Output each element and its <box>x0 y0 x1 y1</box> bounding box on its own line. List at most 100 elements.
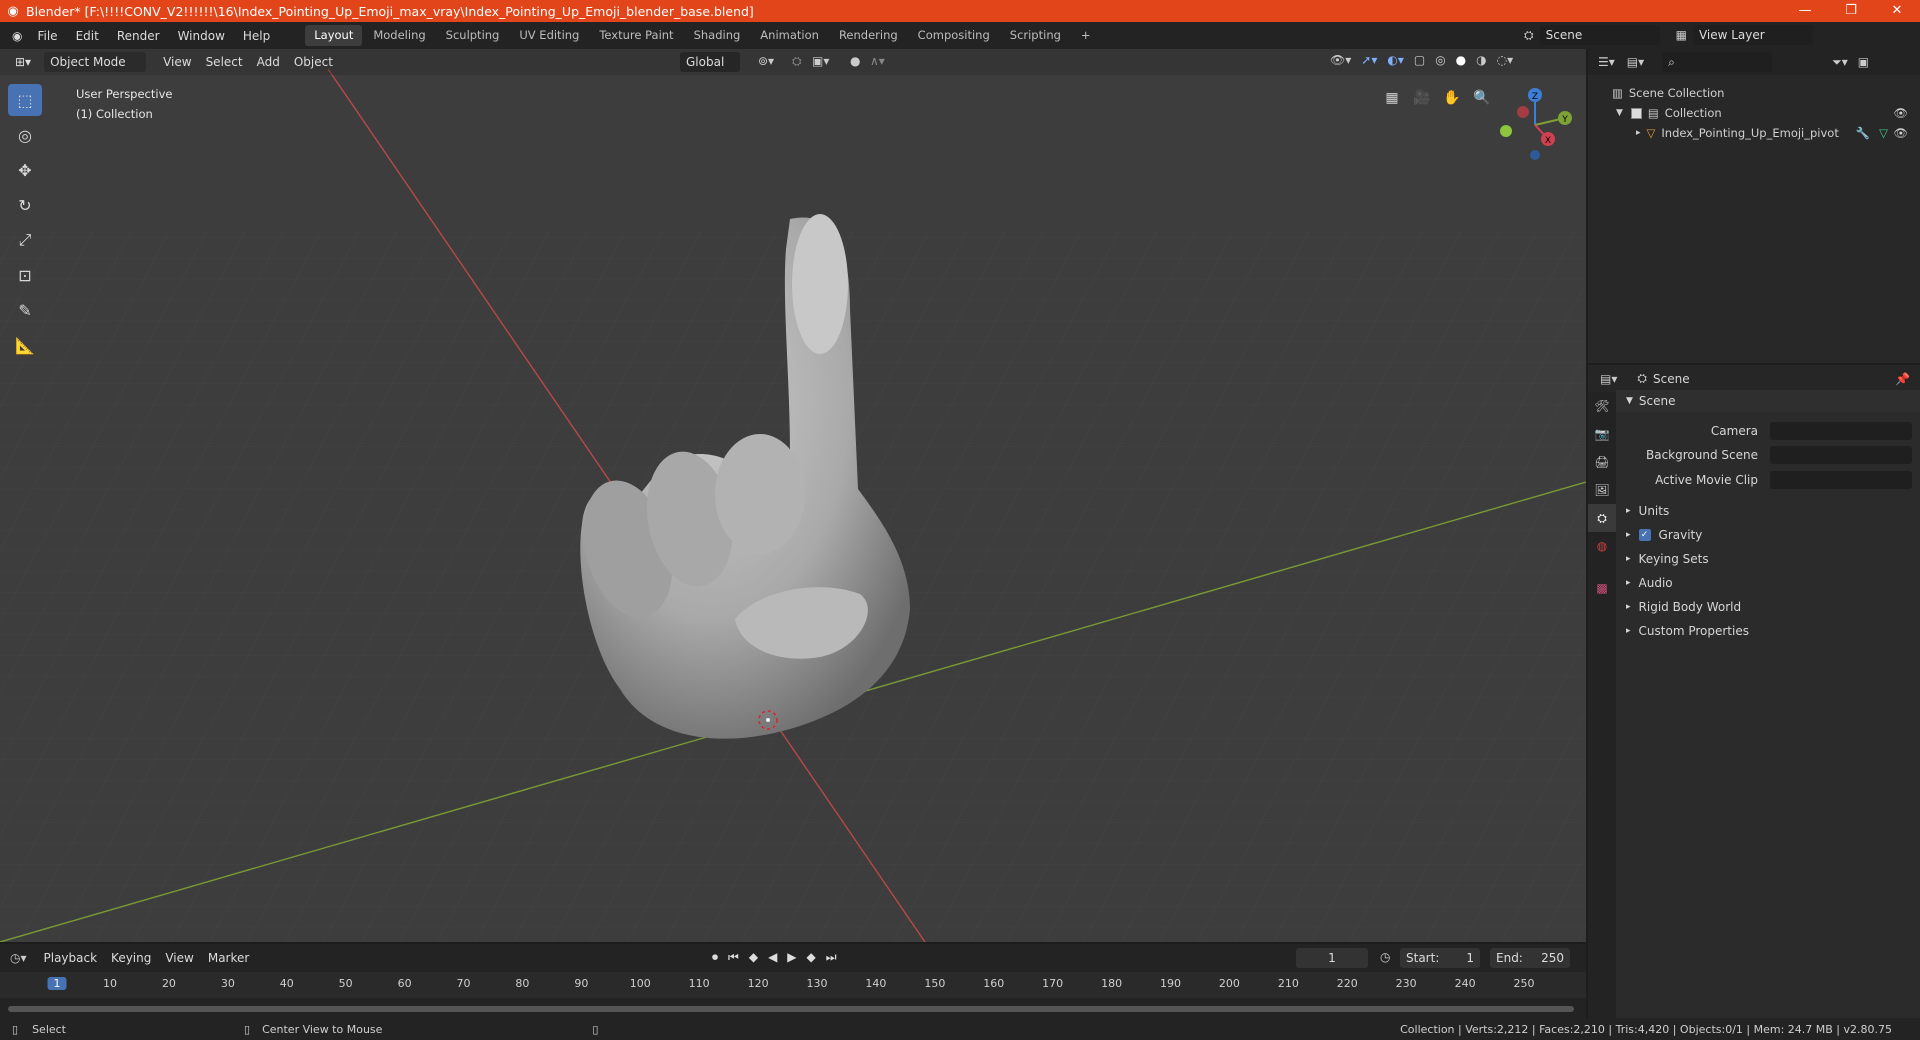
solid-shading-icon[interactable]: ● <box>1456 53 1466 67</box>
close-button[interactable]: ✕ <box>1874 0 1920 22</box>
measure-icon[interactable]: 📐 <box>8 329 42 361</box>
viewport-menu-select[interactable]: Select <box>199 55 250 69</box>
tab-layout[interactable]: Layout <box>305 25 363 46</box>
camera-field[interactable] <box>1770 422 1912 440</box>
outliner-row-object[interactable]: ▸ ▽ Index_Pointing_Up_Emoji_pivot 🔧 ▽ 👁 <box>1588 123 1920 143</box>
view-layer-tab-icon[interactable]: 🖼 <box>1588 476 1616 504</box>
timeline-editor-icon[interactable]: ◷▾ <box>10 951 27 965</box>
maximize-button[interactable]: ❐ <box>1828 0 1874 22</box>
gravity-checkbox[interactable]: ✓ <box>1638 529 1651 541</box>
play-reverse-icon[interactable]: ◀ <box>768 950 777 965</box>
cursor-icon[interactable]: ◎ <box>8 119 42 151</box>
timeline-menu-view[interactable]: View <box>158 951 200 965</box>
jump-start-icon[interactable]: ⏮ <box>728 950 739 965</box>
annotate-icon[interactable]: ✎ <box>8 294 42 326</box>
view-layer-selector[interactable]: View Layer <box>1692 25 1813 45</box>
mode-selector[interactable]: Object Mode <box>44 52 147 72</box>
next-keyframe-icon[interactable]: ◆ <box>807 950 816 965</box>
jump-end-icon[interactable]: ⏭ <box>826 950 837 965</box>
tab-shading[interactable]: Shading <box>685 25 750 46</box>
select-box-icon[interactable]: ⬚ <box>8 84 42 116</box>
transform-icon[interactable]: ⊡ <box>8 259 42 291</box>
record-icon[interactable]: ⏺ <box>712 950 718 965</box>
material-shading-icon[interactable]: ◑ <box>1476 53 1486 67</box>
menu-window[interactable]: Window <box>169 29 234 43</box>
pan-hand-icon[interactable]: ✋ <box>1440 86 1464 110</box>
viewport-menu-view[interactable]: View <box>156 55 198 69</box>
move-icon[interactable]: ✥ <box>8 154 42 186</box>
tab-animation[interactable]: Animation <box>751 25 828 46</box>
menu-render[interactable]: Render <box>108 29 169 43</box>
output-tab-icon[interactable]: 🖨 <box>1588 448 1616 476</box>
properties-editor-icon[interactable]: ▤▾ <box>1600 372 1617 386</box>
menu-help[interactable]: Help <box>234 29 279 43</box>
world-tab-icon[interactable]: ◍ <box>1588 532 1616 560</box>
tab-uv-editing[interactable]: UV Editing <box>510 25 588 46</box>
scene-tab-icon[interactable]: ⛭ <box>1588 504 1616 532</box>
viewport-menu-object[interactable]: Object <box>287 55 340 69</box>
blender-menu-icon[interactable]: ◉ <box>0 29 28 43</box>
custom-properties-panel[interactable]: ▸ Custom Properties <box>1616 620 1920 642</box>
timeline-menu-marker[interactable]: Marker <box>201 951 256 965</box>
current-frame-field[interactable]: 1 <box>1296 948 1368 968</box>
falloff-icon[interactable]: ∧▾ <box>870 54 885 68</box>
end-frame-field[interactable]: End: 250 <box>1490 948 1570 968</box>
editor-type-icon[interactable]: ⊞▾ <box>8 55 38 69</box>
collection-checkbox[interactable] <box>1630 107 1642 119</box>
view-layer-icon[interactable]: ▦ <box>1676 28 1687 42</box>
prev-keyframe-icon[interactable]: ◆ <box>749 950 758 965</box>
start-frame-field[interactable]: Start: 1 <box>1400 948 1480 968</box>
active-movie-clip-field[interactable] <box>1770 471 1912 489</box>
viewport-menu-add[interactable]: Add <box>250 55 287 69</box>
object-visibility-icon[interactable]: 👁 <box>1893 123 1908 143</box>
timeline-menu-playback[interactable]: Playback <box>37 951 105 965</box>
tab-texture-paint[interactable]: Texture Paint <box>590 25 682 46</box>
rotate-icon[interactable]: ↻ <box>8 189 42 221</box>
filter-icon[interactable]: ⏷▾ <box>1832 55 1848 70</box>
visibility-icon[interactable]: 👁▾ <box>1330 53 1351 67</box>
wireframe-shading-icon[interactable]: ◎ <box>1435 53 1445 67</box>
modifier-icon[interactable]: 🔧 <box>1856 123 1870 143</box>
scene-icon[interactable]: ⛭ <box>1524 28 1534 43</box>
scale-icon[interactable]: ⤢ <box>8 224 42 256</box>
gravity-panel[interactable]: ▸ ✓ Gravity <box>1616 524 1920 546</box>
transform-orientation[interactable]: Global <box>680 52 740 72</box>
tab-scripting[interactable]: Scripting <box>1001 25 1070 46</box>
pin-icon[interactable]: 📌 <box>1895 372 1910 386</box>
outliner-row-collection[interactable]: ▼ ▤ Collection 👁 <box>1588 103 1920 123</box>
minimize-button[interactable]: — <box>1782 0 1828 22</box>
grid-view-icon[interactable]: ▦ <box>1380 86 1404 110</box>
outliner-editor-icon[interactable]: ☰▾ <box>1598 55 1615 69</box>
tab-compositing[interactable]: Compositing <box>909 25 999 46</box>
tab-rendering[interactable]: Rendering <box>830 25 907 46</box>
proportional-edit-icon[interactable]: ● <box>850 54 860 68</box>
rendered-shading-icon[interactable]: ◌▾ <box>1497 53 1514 67</box>
gizmo-toggle-icon[interactable]: ➚▾ <box>1361 53 1377 67</box>
rigid-body-world-panel[interactable]: ▸ Rigid Body World <box>1616 596 1920 618</box>
audio-panel[interactable]: ▸ Audio <box>1616 572 1920 594</box>
timeline-scrollbar[interactable] <box>8 1006 1574 1012</box>
timeline-scale[interactable]: 1 10 20 30 40 50 60 70 80 90 100 110 120 130 140 150 160… <box>0 972 1586 998</box>
navigation-gizmo[interactable]: Z Y X <box>1490 85 1576 165</box>
tab-sculpting[interactable]: Sculpting <box>437 25 509 46</box>
render-tab-icon[interactable]: 📷 <box>1588 420 1616 448</box>
outliner-row-scene-collection[interactable]: ▥ Scene Collection <box>1588 83 1920 103</box>
expand-collection-icon[interactable]: ▼ <box>1616 103 1623 123</box>
scene-panel-header[interactable]: ▼ Scene <box>1616 390 1920 412</box>
outliner-search-input[interactable]: ⌕ <box>1662 52 1773 72</box>
snap-icon[interactable]: ⛭ <box>792 54 802 69</box>
play-icon[interactable]: ▶ <box>787 950 796 965</box>
overlay-toggle-icon[interactable]: ◐▾ <box>1387 53 1404 67</box>
add-workspace-button[interactable]: + <box>1072 25 1100 46</box>
tab-modeling[interactable]: Modeling <box>364 25 434 46</box>
playhead-frame[interactable]: 1 <box>47 977 67 990</box>
pivot-icon[interactable]: ⊚▾ <box>758 54 774 68</box>
display-mode-icon[interactable]: ▤▾ <box>1627 55 1644 69</box>
camera-view-icon[interactable]: 🎥 <box>1410 86 1434 110</box>
snap-target-icon[interactable]: ▣▾ <box>812 54 829 68</box>
3d-viewport[interactable] <box>0 49 1586 942</box>
xray-icon[interactable]: ▢ <box>1414 53 1425 67</box>
collection-visibility-icon[interactable]: 👁 <box>1893 103 1908 123</box>
keying-sets-panel[interactable]: ▸ Keying Sets <box>1616 548 1920 570</box>
menu-file[interactable]: File <box>28 29 66 43</box>
